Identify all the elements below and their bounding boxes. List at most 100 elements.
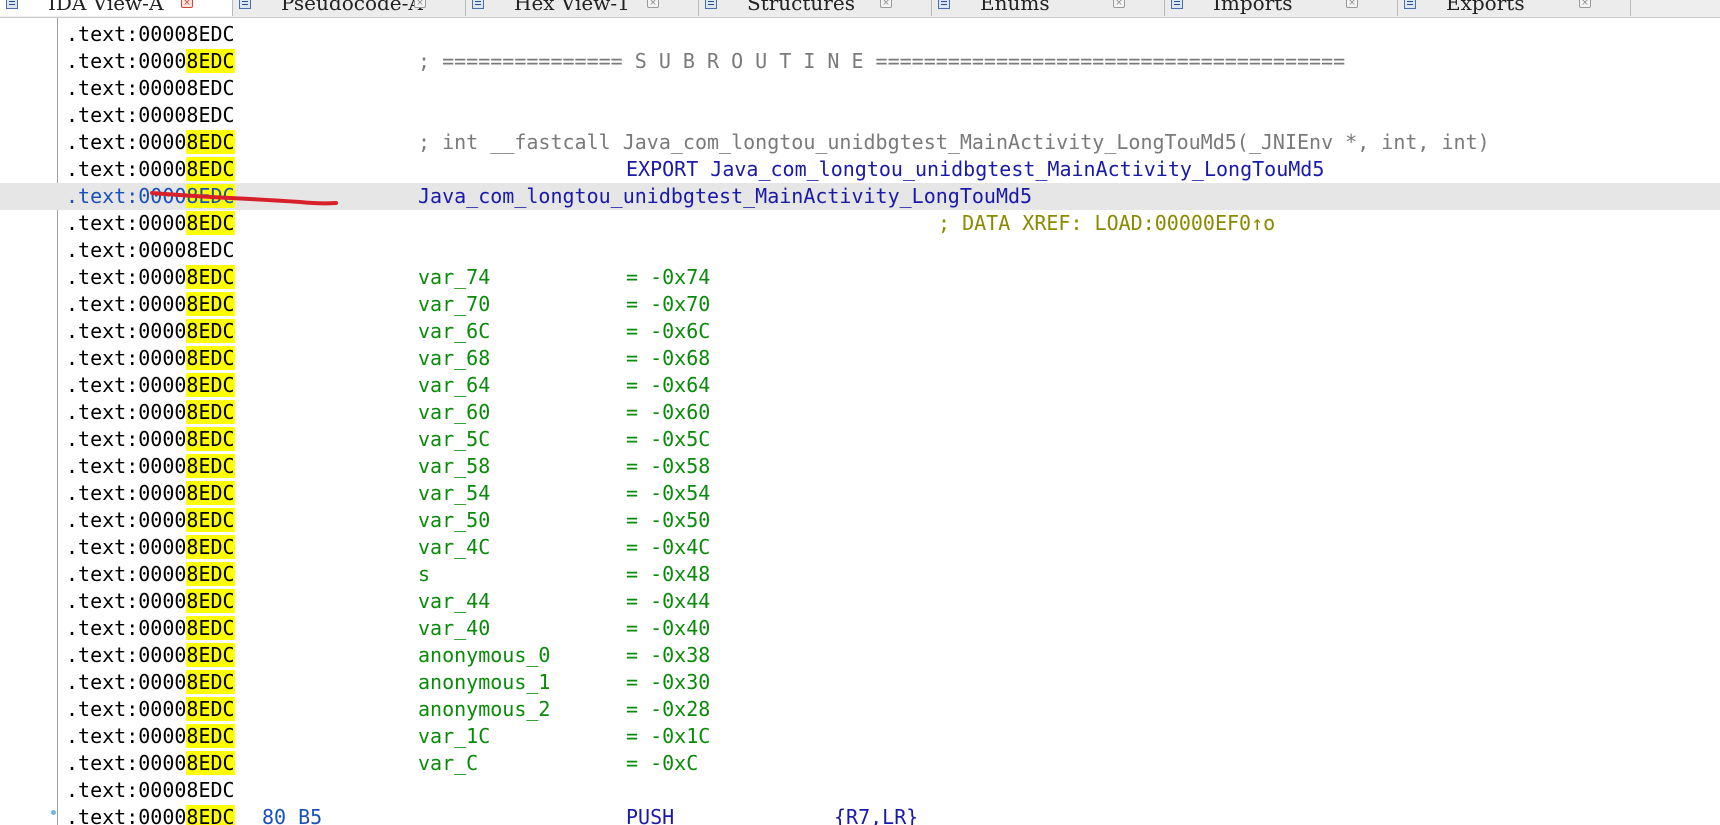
close-icon[interactable]: × — [647, 0, 659, 8]
address[interactable]: .text:00008EDC — [66, 453, 235, 480]
stack-var-name[interactable]: s — [418, 561, 430, 588]
listing-row[interactable]: .text:00008EDC var_6C = -0x6C — [0, 318, 1720, 345]
stack-var-offset[interactable]: = -0x38 — [626, 642, 710, 669]
listing-row[interactable]: .text:00008EDC 80 B5 PUSH {R7,LR} — [0, 804, 1720, 825]
listing-row[interactable]: .text:00008EDC — [0, 237, 1720, 264]
address[interactable]: .text:00008EDC — [66, 696, 235, 723]
data-xref-comment[interactable]: ; DATA XREF: LOAD:00000EF0↑o — [938, 210, 1275, 237]
stack-var-name[interactable]: var_70 — [418, 291, 490, 318]
listing-row[interactable]: .text:00008EDC var_40 = -0x40 — [0, 615, 1720, 642]
stack-var-offset[interactable]: = -0x50 — [626, 507, 710, 534]
stack-var-name[interactable]: var_44 — [418, 588, 490, 615]
stack-var-offset[interactable]: = -0x58 — [626, 453, 710, 480]
stack-var-offset[interactable]: = -0x48 — [626, 561, 710, 588]
listing-row[interactable]: .text:00008EDC ; DATA XREF: LOAD:00000EF0… — [0, 210, 1720, 237]
tab-ida-view[interactable]: IDA View-A × — [0, 0, 233, 16]
address[interactable]: .text:00008EDC — [66, 102, 235, 129]
stack-var-name[interactable]: anonymous_1 — [418, 669, 550, 696]
address[interactable]: .text:00008EDC — [66, 129, 235, 156]
listing-row[interactable]: .text:00008EDC var_60 = -0x60 — [0, 399, 1720, 426]
listing-row[interactable]: .text:00008EDC anonymous_2 = -0x28 — [0, 696, 1720, 723]
tab-pseudocode[interactable]: Pseudocode-A × — [233, 0, 466, 16]
stack-var-name[interactable]: var_50 — [418, 507, 490, 534]
listing-row[interactable]: .text:00008EDC — [0, 777, 1720, 804]
stack-var-offset[interactable]: = -0x30 — [626, 669, 710, 696]
tab-enums[interactable]: Enums × — [932, 0, 1165, 16]
address[interactable]: .text:00008EDC — [66, 534, 235, 561]
close-icon[interactable]: × — [414, 0, 426, 8]
listing-row[interactable]: .text:00008EDC var_5C = -0x5C — [0, 426, 1720, 453]
stack-var-name[interactable]: var_1C — [418, 723, 490, 750]
close-icon[interactable]: × — [1579, 0, 1591, 8]
stack-var-name[interactable]: var_60 — [418, 399, 490, 426]
close-icon[interactable]: × — [181, 0, 193, 8]
stack-var-offset[interactable]: = -0x64 — [626, 372, 710, 399]
listing-row[interactable]: .text:00008EDC var_4C = -0x4C — [0, 534, 1720, 561]
listing-row[interactable]: .text:00008EDC s = -0x48 — [0, 561, 1720, 588]
comment-text[interactable]: ; int __fastcall Java_com_longtou_unidbg… — [418, 129, 1490, 156]
stack-var-offset[interactable]: = -0x70 — [626, 291, 710, 318]
address[interactable]: .text:00008EDC — [66, 426, 235, 453]
address[interactable]: .text:00008EDC — [66, 588, 235, 615]
stack-var-name[interactable]: var_5C — [418, 426, 490, 453]
address[interactable]: .text:00008EDC — [66, 750, 235, 777]
address[interactable]: .text:00008EDC — [66, 345, 235, 372]
stack-var-offset[interactable]: = -0x54 — [626, 480, 710, 507]
instruction-operands[interactable]: {R7,LR} — [834, 804, 918, 825]
stack-var-offset[interactable]: = -0x44 — [626, 588, 710, 615]
listing-row[interactable]: .text:00008EDC var_44 = -0x44 — [0, 588, 1720, 615]
stack-var-name[interactable]: var_40 — [418, 615, 490, 642]
address[interactable]: .text:00008EDC — [66, 372, 235, 399]
listing-row[interactable]: .text:00008EDC var_74 = -0x74 — [0, 264, 1720, 291]
stack-var-name[interactable]: var_4C — [418, 534, 490, 561]
listing-row[interactable]: .text:00008EDC var_1C = -0x1C — [0, 723, 1720, 750]
stack-var-name[interactable]: var_C — [418, 750, 478, 777]
instruction-mnemonic[interactable]: PUSH — [626, 804, 674, 825]
address[interactable]: .text:00008EDC — [66, 183, 235, 210]
address[interactable]: .text:00008EDC — [66, 642, 235, 669]
listing-row[interactable]: .text:00008EDC var_58 = -0x58 — [0, 453, 1720, 480]
listing-row[interactable]: .text:00008EDC var_70 = -0x70 — [0, 291, 1720, 318]
address[interactable]: .text:00008EDC — [66, 291, 235, 318]
stack-var-offset[interactable]: = -0x40 — [626, 615, 710, 642]
stack-var-name[interactable]: var_74 — [418, 264, 490, 291]
address[interactable]: .text:00008EDC — [66, 777, 235, 804]
address[interactable]: .text:00008EDC — [66, 237, 235, 264]
stack-var-offset[interactable]: = -0x28 — [626, 696, 710, 723]
stack-var-offset[interactable]: = -0x1C — [626, 723, 710, 750]
stack-var-offset[interactable]: = -0x4C — [626, 534, 710, 561]
address[interactable]: .text:00008EDC — [66, 21, 235, 48]
function-label[interactable]: Java_com_longtou_unidbgtest_MainActivity… — [418, 183, 1032, 210]
address[interactable]: .text:00008EDC — [66, 615, 235, 642]
listing-row[interactable]: .text:00008EDC var_50 = -0x50 — [0, 507, 1720, 534]
address[interactable]: .text:00008EDC — [66, 507, 235, 534]
address[interactable]: .text:00008EDC — [66, 561, 235, 588]
address[interactable]: .text:00008EDC — [66, 669, 235, 696]
stack-var-offset[interactable]: = -0xC — [626, 750, 698, 777]
address[interactable]: .text:00008EDC — [66, 318, 235, 345]
close-icon[interactable]: × — [1113, 0, 1125, 8]
address[interactable]: .text:00008EDC — [66, 723, 235, 750]
tab-imports[interactable]: Imports × — [1165, 0, 1398, 16]
export-directive[interactable]: EXPORT Java_com_longtou_unidbgtest_MainA… — [626, 156, 1324, 183]
listing-row[interactable]: .text:00008EDC — [0, 21, 1720, 48]
stack-var-name[interactable]: var_68 — [418, 345, 490, 372]
listing-row[interactable]: .text:00008EDC — [0, 102, 1720, 129]
close-icon[interactable]: × — [1346, 0, 1358, 8]
stack-var-offset[interactable]: = -0x6C — [626, 318, 710, 345]
tab-hex-view[interactable]: Hex View-1 × — [466, 0, 699, 16]
stack-var-offset[interactable]: = -0x60 — [626, 399, 710, 426]
address[interactable]: .text:00008EDC — [66, 264, 235, 291]
address[interactable]: .text:00008EDC — [66, 210, 235, 237]
address[interactable]: .text:00008EDC — [66, 480, 235, 507]
stack-var-name[interactable]: var_54 — [418, 480, 490, 507]
listing-row[interactable]: .text:00008EDC — [0, 75, 1720, 102]
opcode-bytes[interactable]: 80 B5 — [262, 804, 322, 825]
stack-var-offset[interactable]: = -0x68 — [626, 345, 710, 372]
listing-row[interactable]: .text:00008EDC anonymous_0 = -0x38 — [0, 642, 1720, 669]
listing-row[interactable]: .text:00008EDC var_68 = -0x68 — [0, 345, 1720, 372]
address[interactable]: .text:00008EDC — [66, 48, 235, 75]
listing-row[interactable]: .text:00008EDC anonymous_1 = -0x30 — [0, 669, 1720, 696]
address[interactable]: .text:00008EDC — [66, 156, 235, 183]
listing-row[interactable]: .text:00008EDC var_C = -0xC — [0, 750, 1720, 777]
